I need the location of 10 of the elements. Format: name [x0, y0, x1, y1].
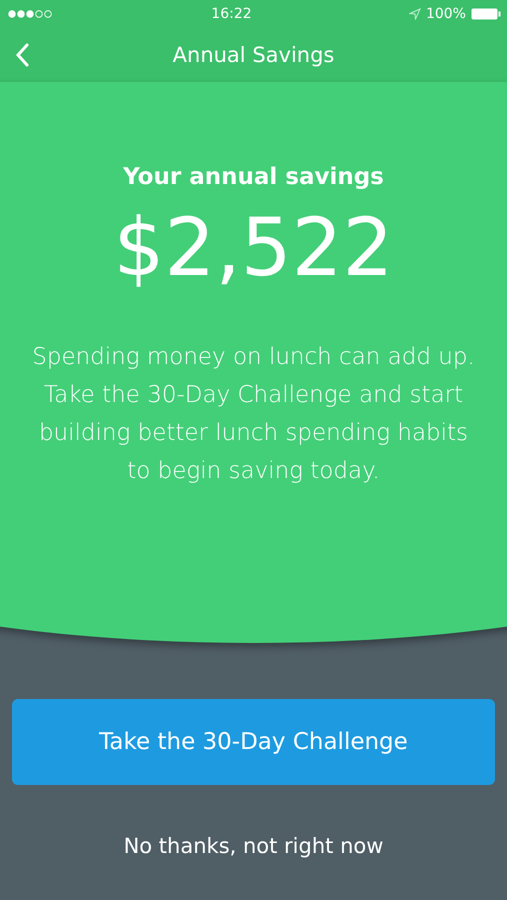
savings-amount: $2,522: [114, 208, 394, 288]
signal-icon: [8, 10, 54, 18]
location-arrow-icon: [408, 8, 421, 20]
dismiss-link[interactable]: No thanks, not right now: [120, 830, 388, 862]
battery-icon: [470, 8, 501, 20]
battery-percentage: 100%: [426, 6, 466, 22]
savings-heading: Your annual savings: [123, 164, 384, 190]
status-time: 16:22: [211, 6, 252, 22]
savings-description: Spending money on lunch can add up. Take the 30-Day Challenge and start building better lunch spending habits to begin saving today.: [31, 343, 476, 486]
screen-title: Annual Savings: [172, 43, 334, 67]
